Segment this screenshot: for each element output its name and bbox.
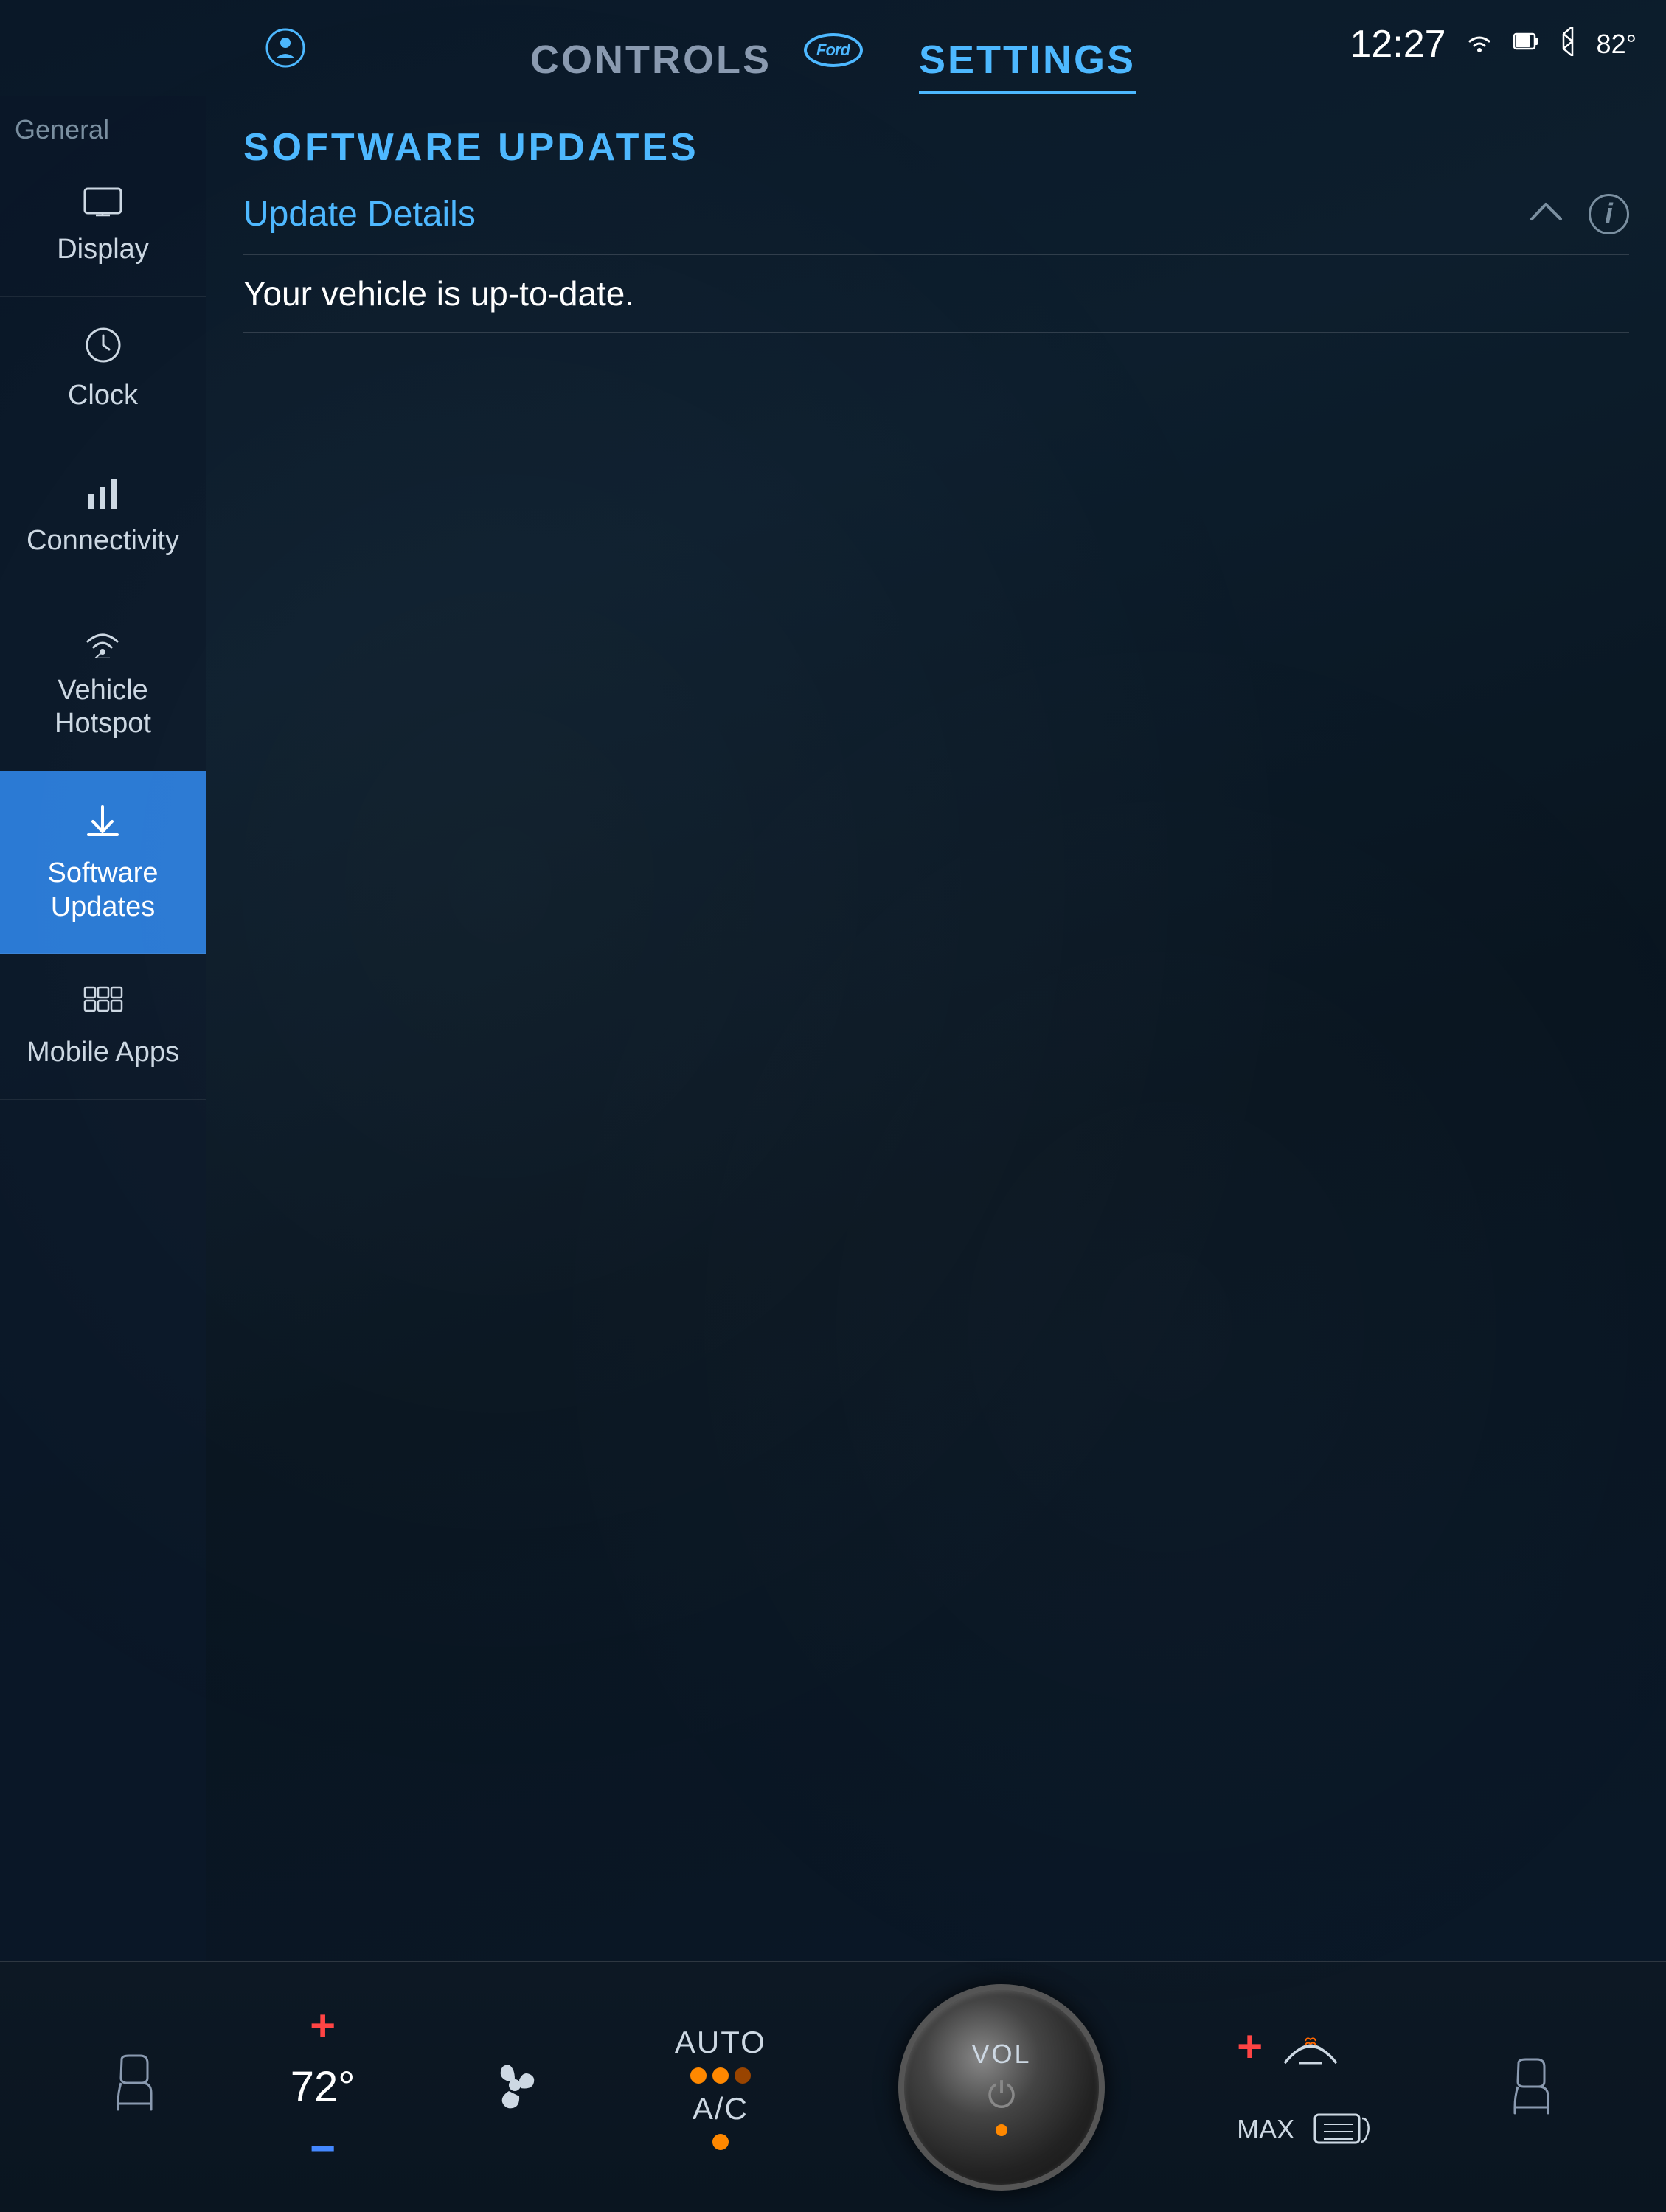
auto-dots: [690, 2067, 751, 2084]
sidebar-item-label-clock: Clock: [68, 379, 138, 413]
tab-controls[interactable]: CONTROLS: [530, 37, 771, 94]
ford-oval-text: Ford: [804, 33, 863, 67]
auto-dot-3: [735, 2067, 751, 2084]
update-details-controls: i: [1526, 192, 1629, 236]
sidebar: General Display Clock: [0, 96, 206, 1961]
bottom-controls-bar: + 72° − AUTO A/C VOL ⏻ +: [0, 1961, 1666, 2212]
fan-control[interactable]: [487, 2058, 543, 2117]
main-content-area: SOFTWARE UPDATES Update Details i Your v…: [206, 96, 1666, 1961]
sidebar-item-software-updates[interactable]: Software Updates: [0, 771, 206, 954]
vol-indicator-dot: [996, 2124, 1007, 2136]
sidebar-item-label-software-updates: Software Updates: [15, 857, 191, 924]
max-heat-label: MAX: [1237, 2114, 1294, 2145]
right-climate-controls: + MAX: [1237, 2019, 1375, 2155]
ac-label[interactable]: A/C: [693, 2091, 749, 2126]
power-icon: ⏻: [988, 2076, 1016, 2117]
sidebar-general-label: General: [0, 96, 206, 156]
sidebar-item-label-hotspot: Vehicle Hotspot: [55, 674, 151, 741]
sidebar-item-label-display: Display: [57, 233, 149, 267]
ford-logo: Ford: [800, 28, 867, 72]
sidebar-item-vehicle-hotspot[interactable]: Vehicle Hotspot: [0, 588, 206, 771]
auto-label[interactable]: AUTO: [675, 2025, 766, 2060]
software-update-icon: [83, 801, 123, 848]
section-title: SOFTWARE UPDATES: [243, 125, 1629, 170]
seat-right-icon[interactable]: [1507, 2056, 1555, 2118]
wifi-icon: [1465, 29, 1494, 60]
climate-left-control: + 72° −: [291, 2000, 355, 2174]
sidebar-item-connectivity[interactable]: Connectivity: [0, 442, 206, 588]
ac-dot: [712, 2134, 729, 2150]
auto-ac-control: AUTO A/C: [675, 2025, 766, 2150]
bluetooth-icon: [1558, 27, 1578, 63]
rear-defrost-icon[interactable]: [1309, 2104, 1375, 2155]
volume-knob[interactable]: VOL ⏻: [898, 1984, 1105, 2191]
update-details-title[interactable]: Update Details: [243, 194, 476, 234]
update-details-header: Update Details i: [243, 192, 1629, 236]
info-icon[interactable]: i: [1589, 194, 1629, 234]
hotspot-icon: [79, 618, 127, 665]
sidebar-item-label-connectivity: Connectivity: [27, 524, 179, 558]
connectivity-icon: [83, 472, 123, 515]
vol-label: VOL: [971, 2039, 1031, 2070]
auto-dot-2: [712, 2067, 729, 2084]
battery-icon: [1513, 29, 1539, 60]
heat-windshield-icon[interactable]: [1277, 2019, 1344, 2074]
divider-top: [243, 254, 1629, 255]
temp-increase-button[interactable]: +: [310, 2000, 336, 2051]
clock-icon: [85, 327, 122, 370]
status-temp: 82°: [1597, 29, 1637, 60]
sidebar-item-label-mobile-apps: Mobile Apps: [27, 1036, 179, 1070]
sidebar-item-display[interactable]: Display: [0, 156, 206, 297]
seat-left-icon[interactable]: [111, 2052, 159, 2123]
display-icon: [83, 186, 123, 224]
temp-decrease-button[interactable]: −: [310, 2123, 336, 2174]
mobile-apps-icon: [81, 984, 125, 1027]
alexa-icon[interactable]: [265, 28, 306, 77]
divider-bottom: [243, 332, 1629, 333]
heat-plus-button[interactable]: +: [1237, 2021, 1263, 2072]
nav-tabs-container: Ford 12:27: [0, 22, 1666, 94]
sidebar-item-clock[interactable]: Clock: [0, 297, 206, 443]
volume-knob-area: VOL ⏻: [898, 1984, 1105, 2191]
tab-settings[interactable]: SETTINGS: [919, 37, 1136, 94]
status-time: 12:27: [1350, 22, 1445, 66]
update-status-text: Your vehicle is up-to-date.: [243, 274, 1629, 313]
auto-dot-1: [690, 2067, 707, 2084]
temp-display: 72°: [291, 2062, 355, 2112]
sidebar-item-mobile-apps[interactable]: Mobile Apps: [0, 954, 206, 1100]
chevron-up-icon[interactable]: [1526, 192, 1566, 236]
